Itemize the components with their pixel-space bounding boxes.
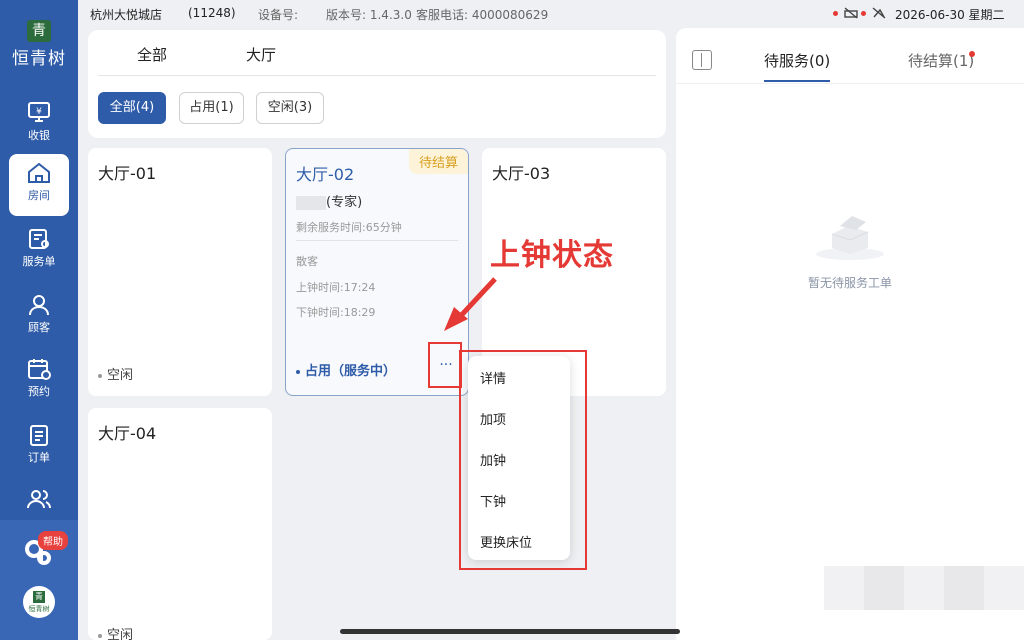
sidebar: 青 恒青树 ¥ 收银 房间 服务单 顾客 预约 订单 帮助 青 恒青树	[0, 0, 78, 640]
record-dot-icon	[833, 10, 838, 16]
filter-panel: 全部 大厅 全部(4) 占用(1) 空闲(3)	[88, 30, 666, 138]
room-status: 空闲	[98, 364, 133, 383]
nav-reservation[interactable]: 预约	[9, 350, 69, 412]
collapse-panel-icon[interactable]	[692, 50, 712, 70]
room-name: 大厅-04	[98, 424, 157, 443]
status-dot-icon	[861, 10, 866, 16]
customer-type: 散客	[296, 255, 318, 268]
room-name: 大厅-01	[98, 164, 157, 183]
status-bar: 杭州大悦城店 (11248) 设备号: 版本号: 1.4.3.0 客服电话: 4…	[78, 0, 1024, 28]
technician-level: (专家)	[326, 195, 363, 210]
redacted-name	[296, 195, 326, 210]
nav-label: 收银	[28, 129, 50, 142]
filter-occupied[interactable]: 占用(1)	[179, 92, 244, 124]
nav-cashier[interactable]: ¥ 收银	[9, 94, 69, 156]
store-name: 杭州大悦城店	[90, 8, 163, 22]
blurred-region	[944, 566, 984, 610]
tab-all-areas[interactable]: 全部	[137, 44, 167, 65]
brand: 青 恒青树	[0, 20, 78, 69]
system-status-icons	[833, 6, 886, 19]
version: 版本号: 1.4.3.0	[326, 8, 412, 22]
tab-hall[interactable]: 大厅	[246, 44, 276, 65]
service-order-icon	[29, 229, 49, 249]
nav-service-order[interactable]: 服务单	[9, 220, 69, 282]
avatar-logo: 青	[33, 591, 45, 603]
nav-customer[interactable]: 顾客	[9, 286, 69, 348]
room-name: 大厅-03	[492, 164, 551, 183]
room-name: 大厅-02	[296, 165, 355, 184]
datetime: 2026-06-30 星期二	[895, 8, 1005, 22]
room-card-01[interactable]: 大厅-01 空闲	[88, 148, 272, 396]
room-card-04[interactable]: 大厅-04 空闲	[88, 408, 272, 640]
divider	[296, 240, 458, 241]
brand-logo: 青	[27, 20, 51, 42]
staff-icon	[27, 490, 51, 509]
room-status: 空闲	[98, 624, 133, 640]
home-icon	[28, 162, 50, 183]
nav-label: 订单	[28, 451, 50, 464]
nav-label: 服务单	[22, 255, 56, 268]
blurred-region	[864, 566, 904, 610]
blurred-region	[984, 566, 1024, 610]
signal-off-icon	[872, 7, 885, 19]
divider	[676, 83, 1024, 84]
annotation-box-menu	[459, 350, 587, 570]
blurred-region	[904, 566, 944, 610]
tab-pending-service[interactable]: 待服务(0)	[764, 50, 830, 71]
nav-staff[interactable]	[9, 480, 69, 520]
empty-state-text: 暂无待服务工单	[807, 276, 892, 290]
hotline: 客服电话: 4000080629	[416, 8, 549, 22]
nav-room[interactable]: 房间	[9, 154, 69, 216]
end-time: 下钟时间:18:29	[296, 306, 376, 319]
cashier-icon: ¥	[28, 102, 50, 122]
annotation-arrow-icon	[444, 277, 497, 331]
filter-all[interactable]: 全部(4)	[98, 92, 166, 124]
home-indicator[interactable]	[340, 629, 680, 634]
blurred-region	[824, 566, 864, 610]
tab-pending-settlement[interactable]: 待结算(1)	[908, 50, 974, 71]
start-time: 上钟时间:17:24	[296, 281, 376, 294]
empty-box-icon	[816, 216, 884, 260]
device-number: 设备号:	[258, 8, 299, 22]
nav-label: 房间	[28, 189, 50, 202]
divider	[98, 75, 656, 76]
calendar-icon	[28, 359, 51, 380]
nav-label: 预约	[28, 385, 50, 398]
pending-settlement-badge: 待结算	[408, 149, 468, 174]
annotation-label: 上钟状态	[490, 238, 614, 273]
store-code: (11248)	[188, 6, 236, 20]
filter-idle[interactable]: 空闲(3)	[256, 92, 324, 124]
svg-text:¥: ¥	[36, 107, 42, 117]
service-panel: 待服务(0) 待结算(1) 暂无待服务工单	[676, 28, 1024, 640]
printer-off-icon	[843, 7, 858, 19]
nav-label: 顾客	[28, 321, 50, 334]
order-icon	[30, 425, 48, 446]
brand-name: 恒青树	[12, 49, 66, 69]
customer-icon	[29, 295, 49, 316]
notification-dot-icon	[969, 51, 975, 57]
room-status: 占用（服务中）	[296, 360, 396, 379]
nav-order[interactable]: 订单	[9, 416, 69, 478]
avatar[interactable]: 青 恒青树	[23, 586, 55, 618]
active-tab-indicator	[764, 80, 830, 82]
technician-name: (专家)	[296, 191, 362, 210]
avatar-text: 恒青树	[28, 605, 50, 613]
remaining-time: 剩余服务时间:65分钟	[296, 221, 402, 234]
help-badge[interactable]: 帮助	[38, 531, 68, 550]
annotation-box-more	[428, 342, 462, 388]
